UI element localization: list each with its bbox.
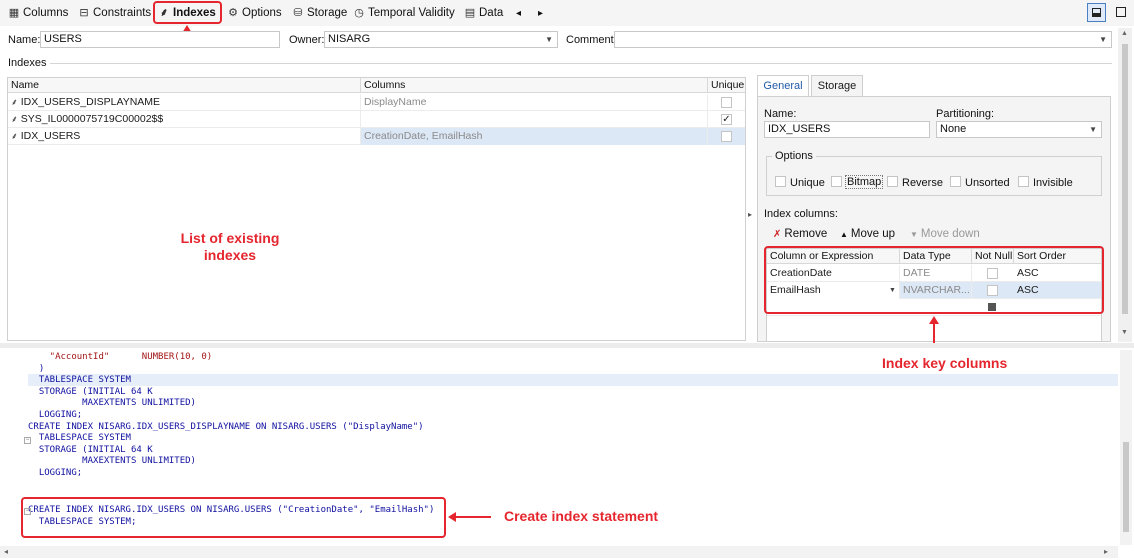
chevron-down-icon: ▼ [545, 35, 553, 44]
index-name: IDX_USERS_DISPLAYNAME [20, 96, 161, 108]
create-statement-highlight [21, 497, 446, 538]
chevron-up-icon[interactable]: ▲ [1121, 30, 1128, 37]
chevron-left-icon: ◂ [516, 7, 522, 19]
annotation-create-statement: Create index statement [504, 508, 659, 524]
col-header-unique[interactable]: Unique [708, 78, 745, 93]
invisible-option-label: Invisible [1033, 177, 1073, 189]
index-columns: DisplayName [361, 94, 708, 111]
index-columns: CreationDate, EmailHash [361, 128, 708, 145]
triangle-up-icon: ▲ [840, 229, 848, 239]
create-statement-arrow [448, 512, 491, 522]
panel-bottom-icon [1092, 8, 1101, 17]
tab-temporal-validity[interactable]: ◷ Temporal Validity [353, 4, 455, 22]
chevron-right-icon: ▸ [538, 7, 544, 19]
designer-toolbar: ▦ Columns ⊟ Constraints ⸙ Indexes ⚙ Opti… [0, 0, 1134, 26]
reverse-option-label: Reverse [902, 177, 943, 189]
indexes-tab-highlight [153, 1, 222, 24]
tab-data[interactable]: ▤ Data [464, 4, 504, 22]
panel-icon [1116, 7, 1126, 17]
partitioning-label: Partitioning: [936, 108, 995, 120]
tab-columns[interactable]: ▦ Columns [8, 4, 69, 22]
index-tree-icon: ⸙ [11, 97, 18, 107]
remove-icon: ✗ [773, 228, 782, 240]
bitmap-option-checkbox[interactable] [831, 176, 842, 187]
chevron-left-icon[interactable]: ◂ [4, 547, 8, 556]
index-name-label: Name: [764, 108, 797, 120]
code-horizontal-scrollbar[interactable]: ◂ ▸ [0, 546, 1118, 558]
vertical-scrollbar[interactable]: ▲ ▼ [1118, 28, 1132, 342]
indexes-grid: Name Columns Unique ⸙ IDX_USERS_DISPLAYNA… [7, 77, 746, 341]
name-label: Name: [8, 34, 41, 46]
move-down-button[interactable]: ▼ Move down [910, 225, 980, 243]
unique-checkbox[interactable]: ✓ [721, 114, 732, 125]
layout-single-button[interactable] [1112, 3, 1131, 22]
col-header-name[interactable]: Name [8, 78, 361, 93]
table-row[interactable]: ⸙ IDX_USERS_DISPLAYNAME DisplayName [8, 94, 745, 111]
tab-storage[interactable]: ⛁ Storage [292, 4, 347, 22]
index-tree-icon: ⸙ [11, 131, 18, 141]
partitioning-select[interactable]: None ▼ [936, 121, 1102, 138]
sql-code-top: "AccountId" NUMBER(10, 0) ) TABLESPACE S… [28, 352, 424, 478]
gear-icon: ⚙ [228, 7, 238, 19]
check-icon: ✓ [722, 114, 731, 125]
tab-constraints[interactable]: ⊟ Constraints [78, 4, 151, 22]
unique-option-checkbox[interactable] [775, 176, 786, 187]
tab-options[interactable]: ⚙ Options [227, 4, 282, 22]
table-row[interactable]: ⸙ SYS_IL0000075719C00002$$ ✓ [8, 111, 745, 128]
indexes-section-label: Indexes [8, 57, 47, 69]
index-name: SYS_IL0000075719C00002$$ [20, 113, 164, 125]
tab-storage-detail[interactable]: Storage [811, 75, 863, 97]
clock-icon: ◷ [354, 7, 364, 19]
options-label: Options [772, 150, 816, 162]
table-name-input[interactable]: USERS [40, 31, 280, 48]
chevron-right-icon[interactable]: ▸ [1104, 547, 1108, 556]
triangle-down-icon: ▼ [910, 229, 918, 239]
code-vertical-scrollbar[interactable] [1120, 350, 1132, 545]
invisible-option-checkbox[interactable] [1018, 176, 1029, 187]
indexes-grid-header: Name Columns Unique [8, 78, 745, 93]
unsorted-option-label: Unsorted [965, 177, 1010, 189]
fold-toggle[interactable]: − [24, 437, 31, 444]
index-name: IDX_USERS [20, 130, 81, 142]
index-tree-icon: ⸙ [11, 114, 18, 124]
chevron-down-icon: ▼ [1099, 35, 1107, 44]
unique-checkbox[interactable] [721, 131, 732, 142]
columns-grid-icon: ▦ [8, 7, 20, 19]
section-divider [50, 63, 1112, 64]
index-columns-label: Index columns: [764, 208, 838, 220]
annotation-existing-indexes: List of existing indexes [180, 230, 280, 263]
unique-checkbox[interactable] [721, 97, 732, 108]
owner-select[interactable]: NISARG ▼ [324, 31, 558, 48]
table-icon: ▤ [464, 7, 476, 19]
chevron-down-icon[interactable]: ▼ [1121, 329, 1128, 336]
annotation-key-columns: Index key columns [882, 355, 1008, 371]
index-name-input[interactable]: IDX_USERS [764, 121, 930, 138]
remove-button[interactable]: ✗ Remove [773, 225, 827, 243]
comment-label: Comment: [566, 34, 617, 46]
table-row[interactable]: ⸙ IDX_USERS CreationDate, EmailHash [8, 128, 745, 145]
database-icon: ⛁ [293, 7, 303, 19]
splitter-arrow-icon[interactable]: ▸ [748, 210, 752, 219]
nav-next-button[interactable]: ▸ [538, 4, 543, 22]
move-up-button[interactable]: ▲ Move up [840, 225, 895, 243]
nav-prev-button[interactable]: ◂ [516, 4, 521, 22]
options-group [766, 156, 1102, 196]
index-columns [361, 111, 708, 128]
reverse-option-checkbox[interactable] [887, 176, 898, 187]
scrollbar-thumb[interactable] [1123, 442, 1129, 532]
tab-general[interactable]: General [757, 75, 809, 97]
col-header-columns[interactable]: Columns [361, 78, 708, 93]
key-columns-highlight [764, 246, 1104, 314]
layout-bottom-button[interactable] [1087, 3, 1106, 22]
unique-option-label: Unique [790, 177, 825, 189]
scrollbar-thumb[interactable] [1122, 44, 1128, 314]
constraints-icon: ⊟ [79, 7, 89, 19]
owner-label: Owner: [289, 34, 325, 46]
chevron-down-icon: ▼ [1089, 125, 1097, 134]
bitmap-option-label: Bitmap [845, 175, 884, 189]
comment-input[interactable]: ▼ [614, 31, 1112, 48]
unsorted-option-checkbox[interactable] [950, 176, 961, 187]
